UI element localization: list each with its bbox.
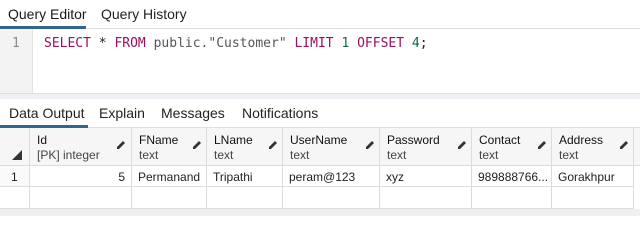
- pencil-icon[interactable]: [619, 140, 629, 150]
- grid-corner[interactable]: [0, 128, 30, 166]
- keyword-from: FROM: [114, 36, 146, 51]
- tab-query-editor[interactable]: Query Editor: [8, 6, 87, 22]
- pencil-icon[interactable]: [365, 140, 375, 150]
- empty-cell: [552, 187, 634, 209]
- column-type: text: [479, 148, 499, 162]
- column-header-contact[interactable]: Contact text: [472, 128, 552, 166]
- column-name: Password: [387, 133, 440, 147]
- column-header-lname[interactable]: LName text: [207, 128, 283, 166]
- empty-cell: [472, 187, 552, 209]
- column-header-address[interactable]: Address text: [552, 128, 634, 166]
- table-cell[interactable]: Permanand: [132, 166, 207, 187]
- sql-editor[interactable]: 1 SELECT * FROM public."Customer" LIMIT …: [0, 29, 640, 93]
- column-header-id[interactable]: Id [PK] integer: [30, 128, 132, 166]
- empty-cell: [207, 187, 283, 209]
- keyword-limit: LIMIT: [294, 36, 334, 51]
- column-name: Address: [559, 133, 604, 147]
- column-header-fname[interactable]: FName text: [132, 128, 207, 166]
- column-type: text: [139, 148, 159, 162]
- row-number-cell[interactable]: 1: [0, 166, 30, 187]
- pencil-icon[interactable]: [457, 140, 467, 150]
- tab-messages[interactable]: Messages: [161, 105, 225, 121]
- tab-notifications[interactable]: Notifications: [242, 105, 318, 121]
- cell-value: peram@123: [289, 170, 356, 184]
- cell-value: 5: [118, 170, 125, 184]
- cell-value: Gorakhpur: [558, 170, 615, 184]
- empty-cell: [132, 187, 207, 209]
- empty-row-number-cell: [0, 187, 30, 209]
- empty-cell: [283, 187, 380, 209]
- select-all-icon: [12, 150, 22, 160]
- cell-value: Tripathi: [213, 170, 253, 184]
- tab-query-history[interactable]: Query History: [101, 6, 187, 22]
- table-cell[interactable]: peram@123: [283, 166, 380, 187]
- code-semicolon: ;: [419, 36, 428, 51]
- editor-tabs: Query Editor Query History: [0, 0, 640, 29]
- pencil-icon[interactable]: [268, 140, 278, 150]
- column-type: text: [214, 148, 234, 162]
- table-cell[interactable]: 5: [30, 166, 132, 187]
- code-star: *: [90, 36, 115, 51]
- cell-value: Permanand: [138, 170, 201, 184]
- cell-value: xyz: [386, 170, 404, 184]
- line-gutter: 1: [0, 29, 33, 93]
- code-limit-value: 1: [333, 36, 358, 51]
- result-tabs: Data Output Explain Messages Notificatio…: [0, 99, 640, 128]
- empty-cell: [30, 187, 132, 209]
- code-offset-value: 4: [404, 36, 420, 51]
- pencil-icon[interactable]: [116, 140, 126, 150]
- column-header-username[interactable]: UserName text: [283, 128, 380, 166]
- column-name: LName: [214, 133, 253, 147]
- line-number: 1: [12, 36, 20, 51]
- table-cell[interactable]: 989888766...: [472, 166, 552, 187]
- column-header-password[interactable]: Password text: [380, 128, 472, 166]
- cell-value: 989888766...: [478, 170, 549, 184]
- table-cell[interactable]: xyz: [380, 166, 472, 187]
- column-type: text: [387, 148, 407, 162]
- column-name: FName: [139, 133, 179, 147]
- keyword-offset: OFFSET: [357, 36, 405, 51]
- pencil-icon[interactable]: [192, 140, 202, 150]
- column-name: UserName: [290, 133, 348, 147]
- column-name: Contact: [479, 133, 521, 147]
- column-type: text: [559, 148, 579, 162]
- empty-cell: [380, 187, 472, 209]
- grid-header-filler: [634, 128, 640, 166]
- table-cell[interactable]: Tripathi: [207, 166, 283, 187]
- column-type: [PK] integer: [37, 148, 100, 162]
- pencil-icon[interactable]: [537, 140, 547, 150]
- tab-data-output[interactable]: Data Output: [9, 105, 85, 121]
- code-table-name: public."Customer": [145, 36, 295, 51]
- column-name: Id: [37, 133, 48, 147]
- row-number: 1: [11, 170, 18, 184]
- tab-explain[interactable]: Explain: [99, 105, 145, 121]
- column-type: text: [290, 148, 310, 162]
- data-grid: Id [PK] integer FName text LName text Us…: [0, 128, 640, 216]
- horizontal-scrollbar[interactable]: [0, 209, 640, 216]
- sql-code-line[interactable]: SELECT * FROM public."Customer" LIMIT 1 …: [44, 36, 428, 51]
- keyword-select: SELECT: [44, 36, 91, 51]
- table-cell[interactable]: Gorakhpur: [552, 166, 634, 187]
